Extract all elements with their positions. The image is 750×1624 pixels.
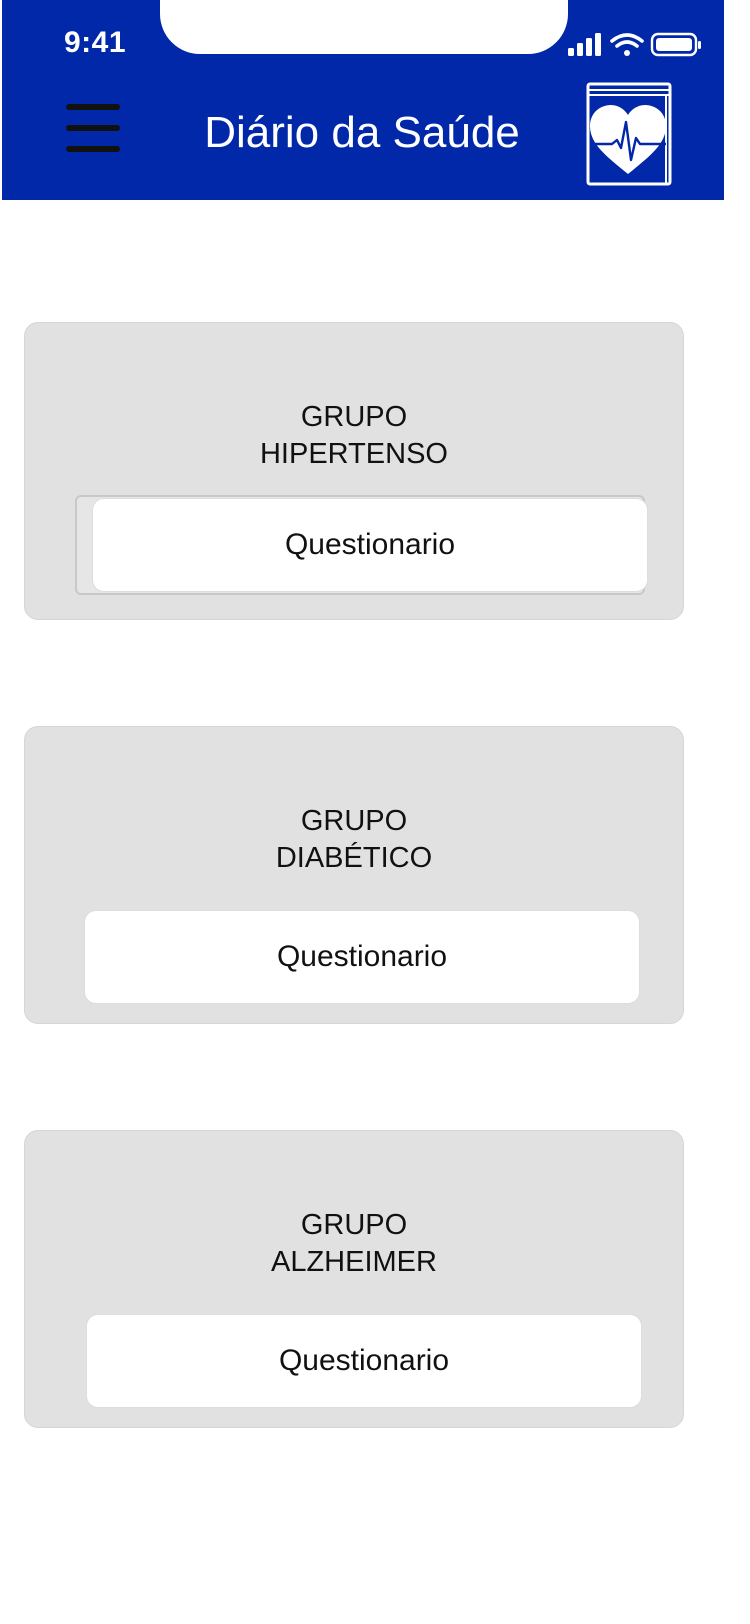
status-time: 9:41 — [64, 26, 127, 59]
wifi-icon — [610, 33, 644, 56]
questionario-button[interactable]: Questionario — [86, 1314, 642, 1408]
signal-icon — [568, 33, 601, 56]
questionario-button[interactable]: Questionario — [84, 910, 640, 1004]
health-book-heart-icon — [586, 82, 672, 186]
page-title: Diário da Saúde — [204, 108, 520, 157]
group-card-hipertenso: GRUPO HIPERTENSO Questionario — [24, 322, 684, 620]
device-notch — [160, 0, 568, 54]
status-icons — [568, 32, 701, 57]
group-card-diabetico: GRUPO DIABÉTICO Questionario — [24, 726, 684, 1024]
group-card-alzheimer: GRUPO ALZHEIMER Questionario — [24, 1130, 684, 1428]
questionario-button[interactable]: Questionario — [92, 498, 648, 592]
battery-icon — [650, 32, 701, 57]
group-title: GRUPO ALZHEIMER — [271, 1209, 437, 1278]
group-title: GRUPO DIABÉTICO — [275, 805, 433, 874]
app-header: 9:41 Diário da Saúde — [2, 0, 724, 200]
hamburger-menu-icon[interactable] — [64, 100, 122, 156]
group-title: GRUPO HIPERTENSO — [259, 401, 448, 470]
